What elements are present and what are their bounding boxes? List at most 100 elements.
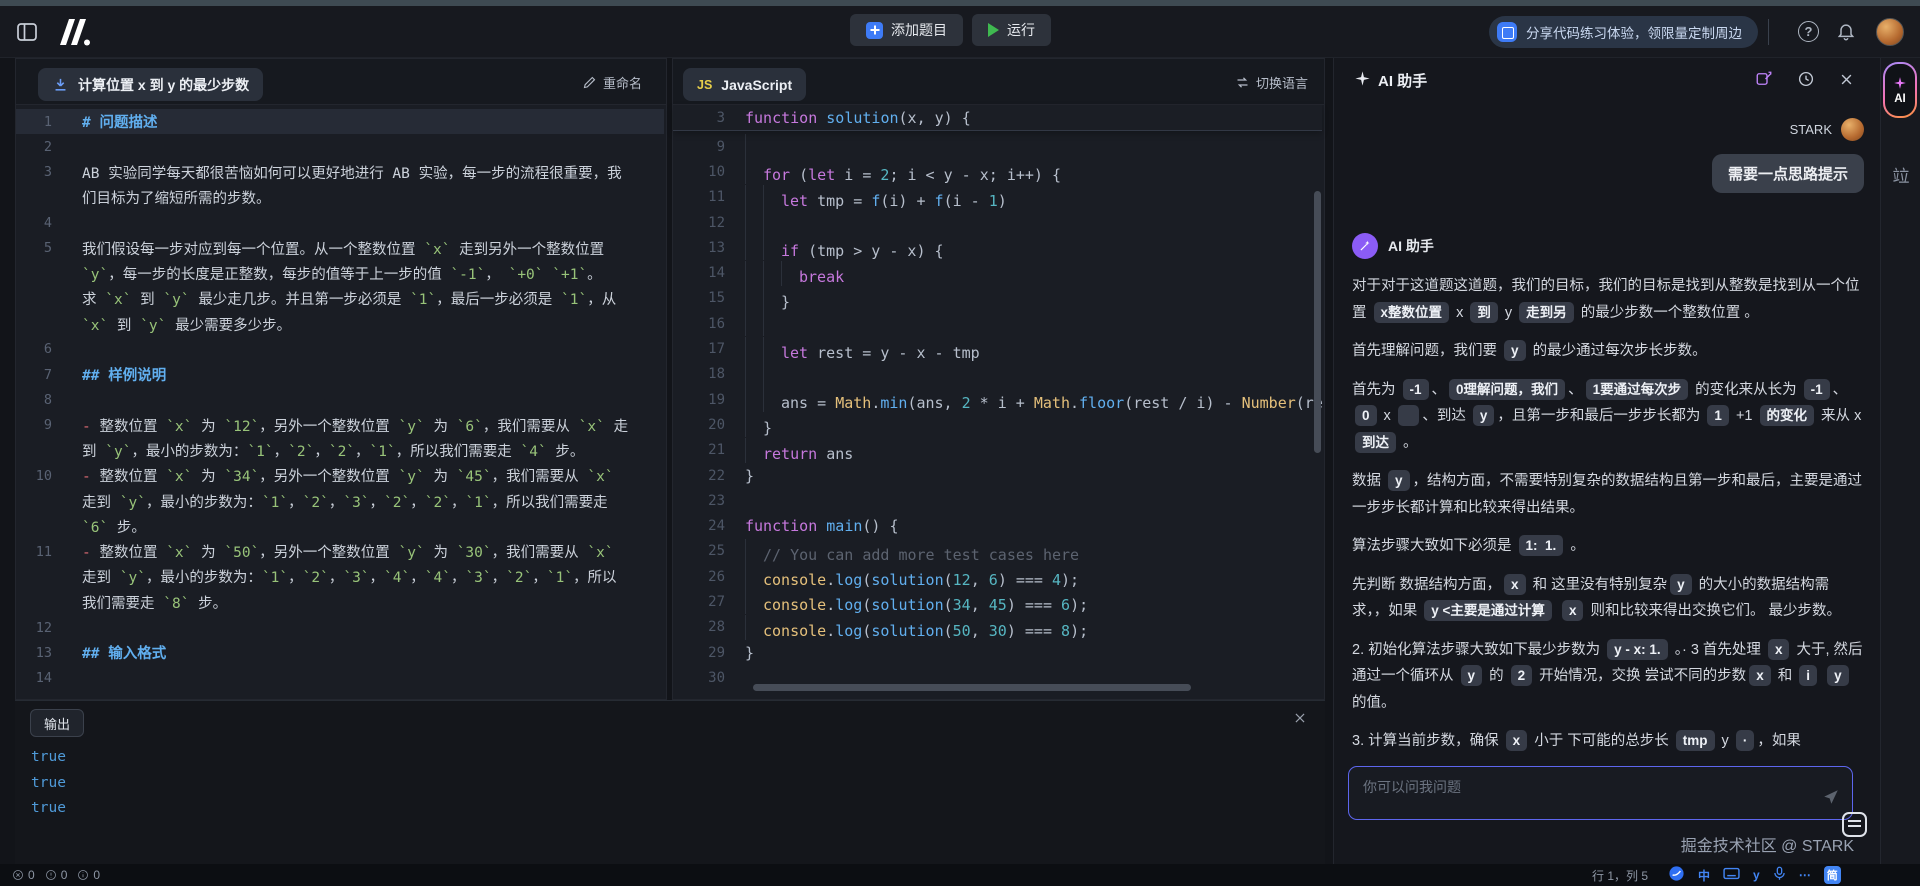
ai-sparkle-icon [1354, 70, 1371, 92]
switch-language-label: 切换语言 [1255, 76, 1308, 91]
inline-code-chip: 到 [1470, 301, 1498, 323]
chat-paragraph: 先判断 数据结构方面， x 和 这里没有特别复杂 y 的大小的数据结构需求，，如果 … [1352, 572, 1864, 625]
md-line: 10- 整数位置 `x` 为 `34`，另外一个整数位置 `y` 为 `45`，… [35, 467, 614, 486]
ime-mic-icon[interactable] [1773, 866, 1786, 884]
md-line: 7 ## 样例说明 [43, 366, 167, 385]
app-logo[interactable] [54, 17, 94, 47]
problem-panel-header: 计算位置 x 到 y 的最少步数 重命名 [16, 59, 666, 105]
editor-vertical-scrollbar[interactable] [1314, 191, 1321, 453]
inline-code-chip: y [1460, 665, 1483, 686]
new-chat-icon[interactable] [1755, 70, 1773, 93]
error-icon [13, 870, 23, 880]
inline-code-chip [1397, 405, 1420, 426]
inline-code-chip: 1要通过每次步 [1585, 378, 1689, 400]
switch-language-button[interactable]: 切换语言 [1235, 73, 1308, 92]
md-line: 4 [43, 214, 52, 231]
ime-handwriting-toggle[interactable]: y [1753, 868, 1760, 882]
code-line: 13 if (tmp > y - x) { [673, 235, 1322, 261]
notification-bell-icon[interactable] [1836, 21, 1856, 46]
code-line: 11 let tmp = f(i) + f(i - 1) [673, 185, 1322, 210]
rail-extension-icon[interactable]: 竝 [1881, 162, 1920, 187]
problem-title-tab[interactable]: 计算位置 x 到 y 的最少步数 [38, 68, 264, 101]
inline-code-chip: 走到另 [1519, 301, 1574, 323]
md-line: 8 [43, 391, 52, 408]
user-avatar[interactable] [1876, 18, 1904, 46]
rename-button[interactable]: 重命名 [582, 73, 642, 92]
chat-scroll-area[interactable]: STARK 需要一点思路提示 AI 助手 对于对于这道题这道题，我们的目标，我们… [1352, 102, 1864, 784]
inline-code-chip: 的变化 [1759, 405, 1815, 426]
user-message-meta: STARK [1352, 118, 1864, 141]
warning-icon [45, 870, 56, 880]
inline-code-chip: y [1472, 405, 1495, 426]
md-line: 们目标为了缩短所需的步数。 [82, 191, 271, 208]
download-icon [55, 78, 66, 91]
chat-input[interactable] [1361, 775, 1801, 799]
ime-simplified-icon[interactable]: 简 [1823, 866, 1841, 884]
chat-paragraph: 2. 初始化算法步骤大致如下最少步数为 y - x: 1. 。· 3 首先处理 … [1352, 637, 1864, 717]
md-line: 5 我们假设每一步对应到每一个位置。从一个整数位置 `x` 走到另外一个整数位置 [43, 240, 605, 258]
ime-lang-toggle[interactable]: 中 [1698, 867, 1710, 884]
promo-icon [1497, 22, 1517, 42]
md-line: 14 [35, 670, 52, 687]
inline-code-chip: i [1799, 665, 1818, 686]
add-problem-button[interactable]: 添加题目 [850, 14, 963, 46]
send-icon[interactable] [1822, 788, 1840, 811]
md-line: 6 [43, 341, 52, 358]
chat-input-box[interactable] [1348, 766, 1853, 820]
ai-panel-title: AI 助手 [1378, 73, 1428, 90]
inline-code-chip: x [1767, 638, 1790, 660]
add-problem-label: 添加题目 [891, 22, 947, 38]
user-message-avatar [1841, 118, 1864, 141]
status-bar: 0 0 0 行 1，列 5 中 y ⋯ 简 [0, 864, 1920, 886]
promo-banner[interactable]: 分享代码练习体验，领限量定制周边 [1489, 16, 1758, 48]
output-line: true [31, 749, 66, 765]
ai-rail-button[interactable]: AI [1883, 62, 1917, 118]
code-line: 19 ans = Math.min(ans, 2 * i + Math.floor… [673, 387, 1322, 413]
language-tab-javascript[interactable]: JS JavaScript [683, 68, 807, 101]
code-editor[interactable]: 9 10 for (let i = 2; i < y - x; i++) {11 le… [673, 134, 1322, 697]
output-tab[interactable]: 输出 [30, 709, 85, 737]
sparkle-icon [1894, 76, 1906, 89]
md-line: 3 AB 实验同学每天都很苦恼如何可以更好地进行 AB 实验，每一步的流程很重要，… [43, 164, 622, 182]
inline-code-chip: y [1504, 340, 1526, 361]
cursor-position[interactable]: 行 1，列 5 [1592, 864, 1648, 886]
chat-paragraph: 数据 y ，结构方面，不需要特别复杂的数据结构且第一步和最后，主要是通过一步步长都… [1352, 468, 1864, 521]
sidebar-toggle-icon[interactable] [16, 21, 38, 43]
md-line: 11- 整数位置 `x` 为 `50`，另外一个整数位置 `y` 为 `30`，… [35, 543, 614, 562]
sticky-code-line: 3 function solution(x, y) { [673, 105, 1322, 131]
promo-text: 分享代码练习体验，领限量定制周边 [1526, 26, 1742, 41]
code-line: 9 [673, 134, 1322, 159]
inline-code-chip: x [1505, 730, 1528, 751]
inline-code-chip: 1: 1. [1518, 535, 1564, 556]
inline-code-chip: 1 [1707, 405, 1729, 426]
run-button[interactable]: 运行 [972, 14, 1051, 46]
ime-logo-icon[interactable] [1668, 865, 1685, 885]
ime-keyboard-icon[interactable] [1723, 867, 1740, 883]
info-icon [78, 870, 89, 880]
code-line: 21 return ans [673, 438, 1322, 463]
chat-history-icon[interactable] [1797, 70, 1815, 93]
chat-paragraph: 3. 计算当前步数，确保 x 小于 下可能的总步长 tmp y · ，如果 [1352, 728, 1864, 755]
md-line: 9- 整数位置 `x` 为 `12`，另外一个整数位置 `y` 为 `6`，我们… [43, 417, 629, 435]
code-line: 27 console.log(solution(34, 45) === 6); [673, 589, 1322, 615]
output-line: true [31, 800, 66, 816]
markdown-editor[interactable]: 1 # 问题描述 2 3 AB 实验同学每天都很苦恼如何可以更好地进行 AB 实验，每一… [16, 109, 664, 697]
md-line: 2 [43, 138, 52, 155]
md-line: 13 ## 输入格式 [35, 644, 167, 663]
user-message-bubble: 需要一点思路提示 [1711, 154, 1864, 193]
inline-code-chip: y [1670, 573, 1692, 595]
problem-panel: 计算位置 x 到 y 的最少步数 重命名 1 # 问题描述 2 3 AB 实验同学每天都… [15, 58, 667, 700]
problems-errors[interactable]: 0 [12, 868, 35, 882]
feedback-chat-button[interactable] [1842, 812, 1867, 837]
output-line: true [31, 774, 66, 791]
ime-more-icon[interactable]: ⋯ [1799, 868, 1811, 882]
help-icon[interactable]: ? [1798, 21, 1819, 42]
watermark-text: 掘金技术社区 @ STARK [1680, 838, 1854, 855]
problems-infos[interactable]: 0 [77, 868, 100, 882]
editor-horizontal-scrollbar[interactable] [753, 684, 1191, 691]
output-close-icon[interactable] [1293, 711, 1307, 730]
md-line: 求 `x` 到 `y` 最少走几步。并且第一步必须是 `1`，最后一步必须是 `… [82, 292, 617, 309]
ai-panel-close-icon[interactable] [1839, 72, 1854, 92]
problems-warnings[interactable]: 0 [45, 868, 67, 882]
inline-code-chip: 0理解问题，我们 [1449, 378, 1566, 400]
